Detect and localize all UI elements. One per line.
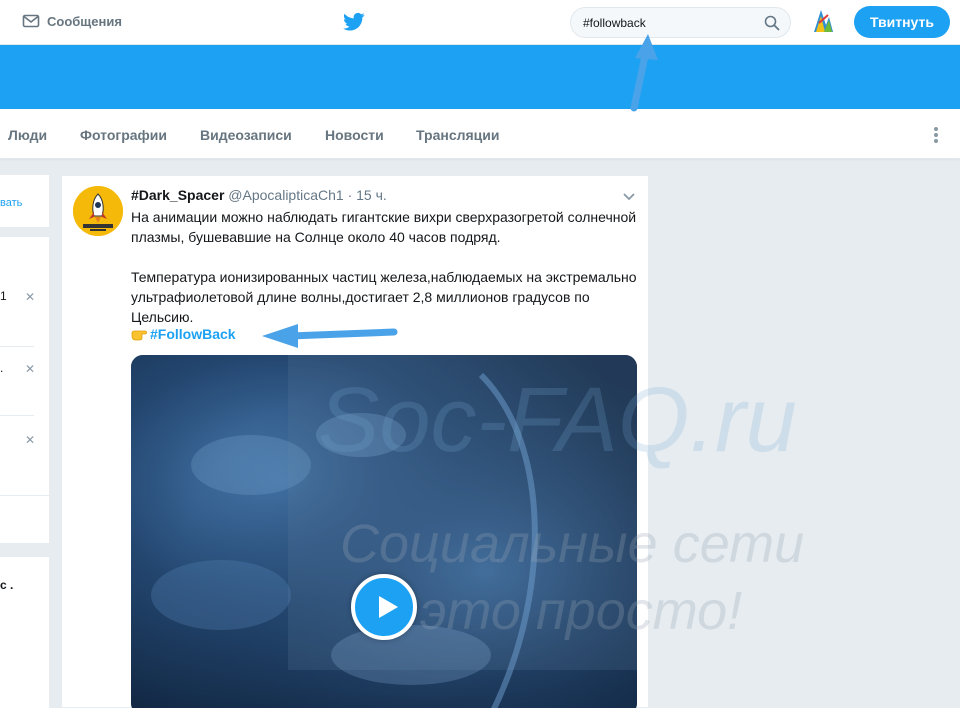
tweet-text: На анимации можно наблюдать гигантские в… xyxy=(131,207,637,327)
search-header-band xyxy=(0,45,960,109)
video-thumbnail xyxy=(131,355,637,708)
tab-photos[interactable]: Фотографии xyxy=(80,127,167,143)
tweet-time[interactable]: · 15 ч. xyxy=(348,187,387,203)
tweet-card[interactable]: #Dark_Spacer @ApocalipticaCh1 · 15 ч. На… xyxy=(61,175,649,708)
trend-text[interactable]: с . xyxy=(0,578,13,592)
profile-avatar-icon[interactable] xyxy=(807,5,839,37)
tab-videos[interactable]: Видеозаписи xyxy=(200,127,292,143)
search-input[interactable] xyxy=(583,14,758,32)
divider xyxy=(0,346,34,347)
author-handle[interactable]: @ApocalipticaCh1 xyxy=(228,187,343,203)
tweet-paragraph: На анимации можно наблюдать гигантские в… xyxy=(131,209,637,245)
tweet-paragraph: Температура ионизированных частиц железа… xyxy=(131,269,637,325)
chevron-down-icon[interactable] xyxy=(622,192,636,202)
tab-people[interactable]: Люди xyxy=(8,127,47,143)
messages-nav-item[interactable]: Сообщения xyxy=(22,12,122,30)
dismiss-icon[interactable]: ✕ xyxy=(25,290,35,304)
video-player[interactable] xyxy=(131,355,637,708)
dismiss-icon[interactable]: ✕ xyxy=(25,362,35,376)
divider xyxy=(0,495,49,496)
top-navigation-bar: Сообщения Твитнуть xyxy=(0,0,960,45)
tweet-header: #Dark_Spacer @ApocalipticaCh1 · 15 ч. xyxy=(131,187,387,203)
search-icon[interactable] xyxy=(764,15,780,31)
messages-label: Сообщения xyxy=(47,13,122,29)
author-name[interactable]: #Dark_Spacer xyxy=(131,187,224,203)
tweet-button[interactable]: Твитнуть xyxy=(854,6,950,38)
more-options-icon[interactable] xyxy=(932,126,940,144)
hashtag-line: #FollowBack xyxy=(131,326,236,342)
left-card-top: вать xyxy=(0,175,49,227)
suggestion-text-1: 1 xyxy=(0,289,7,303)
suggestion-text-2: . xyxy=(0,361,4,375)
play-icon xyxy=(379,596,398,618)
tab-broadcasts[interactable]: Трансляции xyxy=(416,127,499,143)
divider xyxy=(0,415,34,416)
rocket-logo-icon xyxy=(73,186,123,236)
envelope-icon xyxy=(22,14,40,28)
twitter-bird-icon[interactable] xyxy=(343,12,365,32)
hashtag-link[interactable]: #FollowBack xyxy=(150,326,236,342)
play-button[interactable] xyxy=(351,574,417,640)
avatar[interactable] xyxy=(73,186,123,236)
left-card-bottom: с . xyxy=(0,557,49,708)
search-tabs: Люди Фотографии Видеозаписи Новости Тран… xyxy=(0,109,960,159)
pointing-hand-icon xyxy=(131,330,147,341)
tab-news[interactable]: Новости xyxy=(325,127,384,143)
who-to-follow-card: 1 ✕ . ✕ ✕ xyxy=(0,237,49,543)
dismiss-icon[interactable]: ✕ xyxy=(25,433,35,447)
search-box[interactable] xyxy=(570,7,791,38)
left-card-link[interactable]: вать xyxy=(0,197,22,209)
